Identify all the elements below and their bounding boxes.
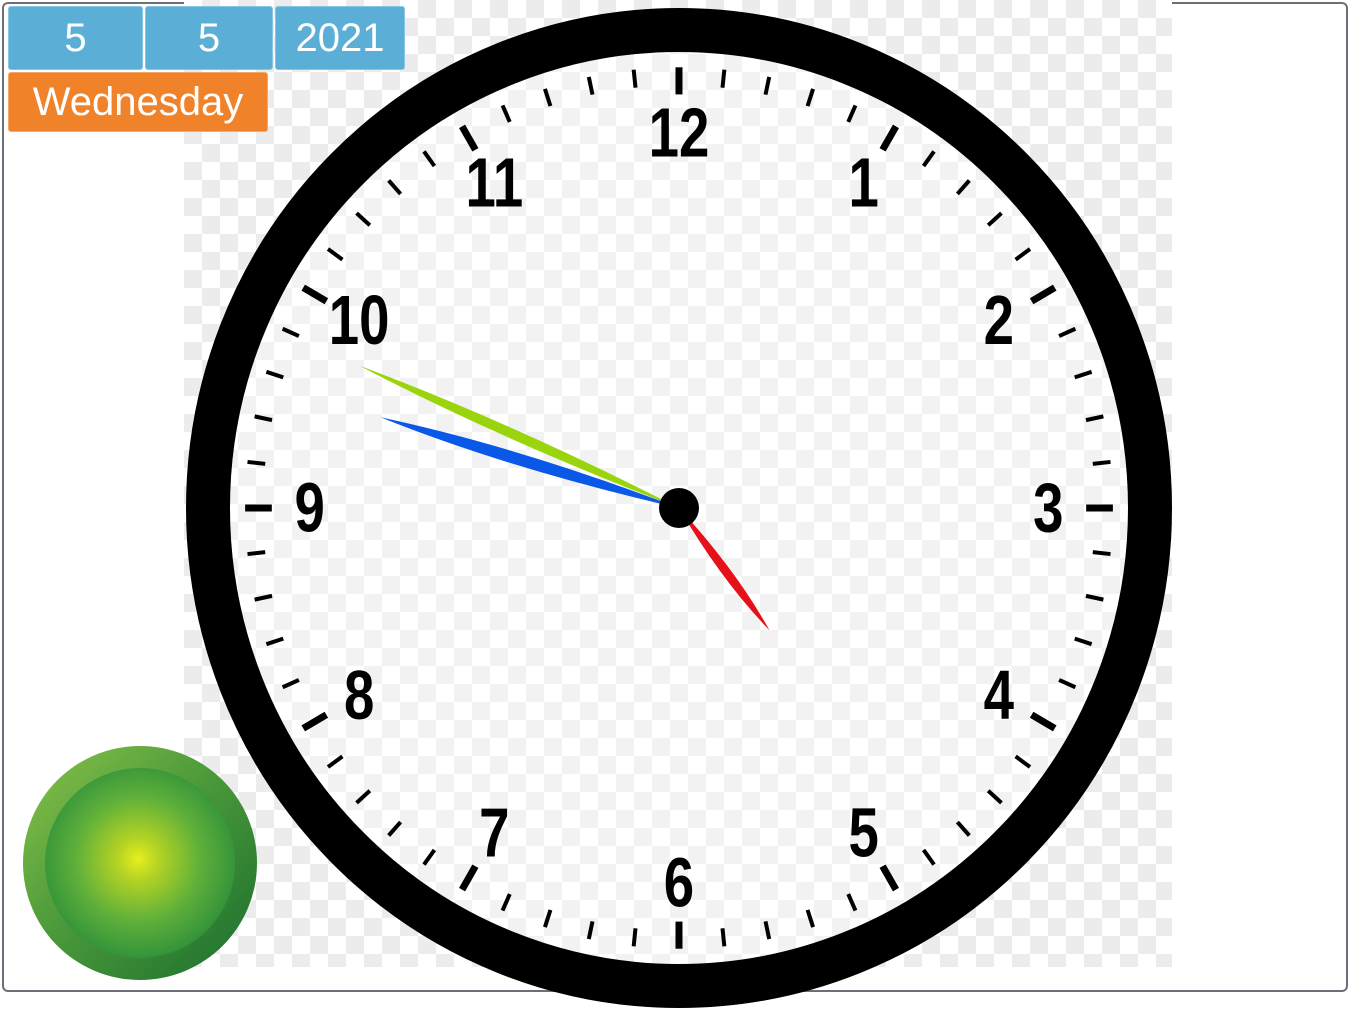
tick-mark (631, 69, 638, 88)
analog-clock: 121234567891011 (186, 8, 1172, 1008)
tick-mark (1092, 459, 1111, 466)
numeral-1: 1 (848, 144, 878, 222)
numeral-2: 2 (984, 281, 1014, 359)
tick-mark (247, 550, 266, 557)
weekday-badge: Wednesday (8, 72, 268, 132)
numeral-9: 9 (294, 469, 324, 547)
year-field[interactable]: 2021 (275, 6, 405, 70)
numeral-6: 6 (664, 844, 694, 922)
numeral-11: 11 (465, 144, 523, 222)
clock-center-pin (659, 488, 699, 528)
numeral-12: 12 (649, 94, 710, 172)
tick-mark (720, 928, 727, 947)
numeral-8: 8 (344, 657, 374, 735)
numeral-10: 10 (329, 281, 390, 359)
tick-mark (720, 69, 727, 88)
tick-mark (247, 459, 266, 466)
month-field[interactable]: 5 (145, 6, 273, 70)
numeral-5: 5 (848, 794, 878, 872)
day-field[interactable]: 5 (8, 6, 143, 70)
tick-mark (1092, 550, 1111, 557)
status-light (23, 746, 257, 980)
numeral-4: 4 (984, 657, 1014, 735)
status-light-lens (45, 768, 235, 958)
numeral-3: 3 (1033, 469, 1063, 547)
tick-mark (631, 928, 638, 947)
numeral-7: 7 (479, 794, 509, 872)
